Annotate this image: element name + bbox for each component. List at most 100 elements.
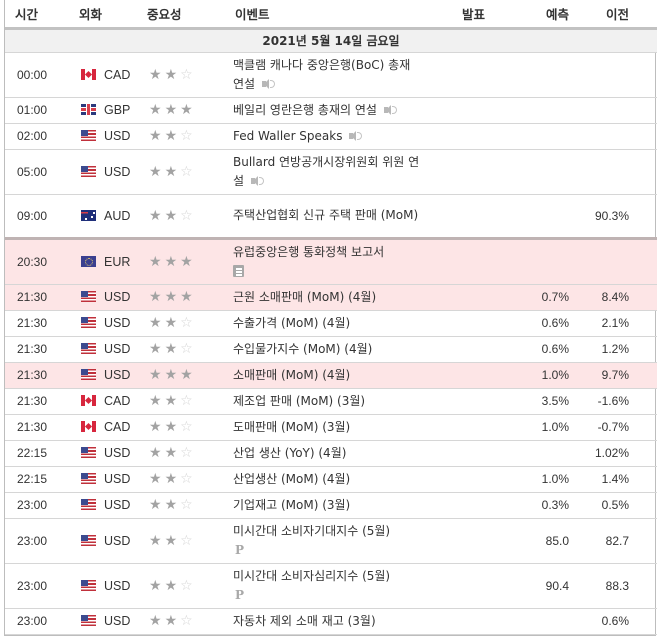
star-empty-icon: ☆ xyxy=(180,393,196,409)
event-cell[interactable]: 소매판매 (MoM) (4월) xyxy=(225,362,423,389)
event-cell[interactable]: 맥클램 캐나다 중앙은행(BoC) 총재 연설 xyxy=(225,52,423,98)
event-name[interactable]: 수출가격 (MoM) (4월) xyxy=(233,316,350,330)
speaker-icon xyxy=(261,78,276,90)
event-time: 22:15 xyxy=(5,440,73,467)
event-importance: ★★☆ xyxy=(137,608,225,635)
usa-flag-icon xyxy=(81,343,96,354)
event-cell[interactable]: 유럽중앙은행 통화정책 보고서 xyxy=(225,236,423,285)
event-name[interactable]: 미시간대 소비자심리지수 (5월) xyxy=(233,569,390,583)
star-filled-icon: ★ xyxy=(149,577,165,594)
event-name[interactable]: 유럽중앙은행 통화정책 보고서 xyxy=(233,245,384,259)
event-time: 21:30 xyxy=(5,414,73,441)
header-actual[interactable]: 발표 xyxy=(423,0,513,30)
event-time: 09:00 xyxy=(5,194,73,239)
event-row[interactable]: 22:15 USD ★★☆ 산업 생산 (YoY) (4월) 1.02% xyxy=(5,440,657,467)
event-row[interactable]: 00:00 CAD ★★☆ 맥클램 캐나다 중앙은행(BoC) 총재 연설 xyxy=(5,52,657,98)
event-cell[interactable]: 베일리 영란은행 총재의 연설 xyxy=(225,97,423,124)
event-row[interactable]: 20:30 EUR ★★★ 유럽중앙은행 통화정책 보고서 xyxy=(5,236,657,285)
event-row[interactable]: 21:30 CAD ★★☆ 제조업 판매 (MoM) (3월) 3.5% -1.6% xyxy=(5,388,657,415)
event-name[interactable]: 미시간대 소비자기대지수 (5월) xyxy=(233,524,390,538)
event-name[interactable]: 베일리 영란은행 총재의 연설 xyxy=(233,103,377,117)
event-cell[interactable]: Bullard 연방공개시장위원회 위원 연설 xyxy=(225,149,423,195)
event-cell[interactable]: Fed Waller Speaks xyxy=(225,123,423,150)
event-currency: CAD xyxy=(73,414,137,441)
event-previous: -1.6% xyxy=(573,388,657,415)
header-time[interactable]: 시간 xyxy=(5,0,73,30)
event-cell[interactable]: 근원 소매판매 (MoM) (4월) xyxy=(225,284,423,311)
event-name[interactable]: 근원 소매판매 (MoM) (4월) xyxy=(233,290,376,304)
event-time: 23:00 xyxy=(5,563,73,609)
currency-code: USD xyxy=(104,290,131,304)
event-row[interactable]: 23:00 USD ★★☆ 미시간대 소비자심리지수 (5월) P 90.4 88.3 xyxy=(5,563,657,609)
event-cell[interactable]: 미시간대 소비자심리지수 (5월) P xyxy=(225,563,423,609)
report-icon[interactable] xyxy=(233,265,244,277)
event-row[interactable]: 09:00 AUD ★★☆ 주택산업협회 신규 주택 판매 (MoM) 90.3% xyxy=(5,194,657,239)
event-row[interactable]: 23:00 USD ★★☆ 미시간대 소비자기대지수 (5월) P 85.0 82.7 xyxy=(5,518,657,564)
header-event[interactable]: 이벤트 xyxy=(225,0,423,30)
event-actual xyxy=(423,149,513,195)
event-name[interactable]: 기업재고 (MoM) (3월) xyxy=(233,498,350,512)
event-name[interactable]: 자동차 제외 소매 재고 (3월) xyxy=(233,614,376,628)
event-row[interactable]: 22:15 USD ★★☆ 산업생산 (MoM) (4월) 1.0% 1.4% xyxy=(5,466,657,493)
event-importance: ★★☆ xyxy=(137,563,225,609)
usa-flag-icon xyxy=(81,291,96,302)
event-importance: ★★☆ xyxy=(137,518,225,564)
event-time: 05:00 xyxy=(5,149,73,195)
header-currency[interactable]: 외화 xyxy=(73,0,137,30)
event-time: 22:15 xyxy=(5,466,73,493)
event-name[interactable]: 도매판매 (MoM) (3월) xyxy=(233,420,350,434)
event-row[interactable]: 21:30 USD ★★☆ 수입물가지수 (MoM) (4월) 0.6% 1.2% xyxy=(5,336,657,363)
event-importance: ★★☆ xyxy=(137,492,225,519)
star-filled-icon: ★ xyxy=(164,532,181,549)
event-cell[interactable]: 수출가격 (MoM) (4월) xyxy=(225,310,423,337)
star-filled-icon: ★ xyxy=(164,102,181,118)
star-filled-icon: ★ xyxy=(149,471,165,487)
canada-flag-icon xyxy=(81,421,96,432)
event-row[interactable]: 02:00 USD ★★☆ Fed Waller Speaks xyxy=(5,123,657,150)
event-cell[interactable]: 기업재고 (MoM) (3월) xyxy=(225,492,423,519)
event-row[interactable]: 21:30 USD ★★★ 근원 소매판매 (MoM) (4월) 0.7% 8.4% xyxy=(5,284,657,311)
event-currency: USD xyxy=(73,518,137,564)
event-forecast: 1.0% xyxy=(513,414,573,441)
header-forecast[interactable]: 예측 xyxy=(513,0,573,30)
event-name[interactable]: 맥클램 캐나다 중앙은행(BoC) 총재 연설 xyxy=(233,58,410,91)
speaker-icon xyxy=(383,104,397,116)
event-cell[interactable]: 제조업 판매 (MoM) (3월) xyxy=(225,388,423,415)
event-cell[interactable]: 산업생산 (MoM) (4월) xyxy=(225,466,423,493)
event-name[interactable]: 산업생산 (MoM) (4월) xyxy=(233,472,350,486)
event-importance: ★★☆ xyxy=(137,466,225,493)
event-row[interactable]: 23:00 USD ★★☆ 기업재고 (MoM) (3월) 0.3% 0.5% xyxy=(5,492,657,519)
star-filled-icon: ★ xyxy=(164,613,181,629)
header-importance[interactable]: 중요성 xyxy=(137,0,225,30)
star-filled-icon: ★ xyxy=(149,393,165,409)
event-cell[interactable]: 미시간대 소비자기대지수 (5월) P xyxy=(225,518,423,564)
event-actual xyxy=(423,284,513,311)
event-row[interactable]: 21:30 USD ★★★ 소매판매 (MoM) (4월) 1.0% 9.7% xyxy=(5,362,657,389)
canada-flag-icon xyxy=(81,68,96,80)
event-row[interactable]: 21:30 CAD ★★☆ 도매판매 (MoM) (3월) 1.0% -0.7% xyxy=(5,414,657,441)
event-cell[interactable]: 수입물가지수 (MoM) (4월) xyxy=(225,336,423,363)
event-importance: ★★☆ xyxy=(137,414,225,441)
event-cell[interactable]: 주택산업협회 신규 주택 판매 (MoM) xyxy=(225,194,423,239)
event-name[interactable]: Fed Waller Speaks xyxy=(233,129,342,143)
event-row[interactable]: 21:30 USD ★★☆ 수출가격 (MoM) (4월) 0.6% 2.1% xyxy=(5,310,657,337)
event-name[interactable]: 산업 생산 (YoY) (4월) xyxy=(233,446,346,460)
event-name[interactable]: 주택산업협회 신규 주택 판매 (MoM) xyxy=(233,208,418,222)
currency-code: USD xyxy=(104,164,131,179)
star-filled-icon: ★ xyxy=(180,289,196,305)
header-previous[interactable]: 이전 xyxy=(573,0,657,30)
event-name[interactable]: 제조업 판매 (MoM) (3월) xyxy=(233,394,365,408)
event-name[interactable]: 수입물가지수 (MoM) (4월) xyxy=(233,342,372,356)
event-row[interactable]: 23:00 USD ★★☆ 자동차 제외 소매 재고 (3월) 0.6% xyxy=(5,608,657,635)
event-name[interactable]: 소매판매 (MoM) (4월) xyxy=(233,368,350,382)
event-importance: ★★☆ xyxy=(137,310,225,337)
event-row[interactable]: 05:00 USD ★★☆ Bullard 연방공개시장위원회 위원 연설 xyxy=(5,149,657,195)
event-forecast xyxy=(513,236,573,285)
event-forecast xyxy=(513,149,573,195)
event-cell[interactable]: 도매판매 (MoM) (3월) xyxy=(225,414,423,441)
event-cell[interactable]: 산업 생산 (YoY) (4월) xyxy=(225,440,423,467)
event-row[interactable]: 01:00 GBP ★★★ 베일리 영란은행 총재의 연설 xyxy=(5,97,657,124)
currency-code: EUR xyxy=(104,254,131,269)
event-cell[interactable]: 자동차 제외 소매 재고 (3월) xyxy=(225,608,423,635)
event-previous xyxy=(573,149,657,195)
